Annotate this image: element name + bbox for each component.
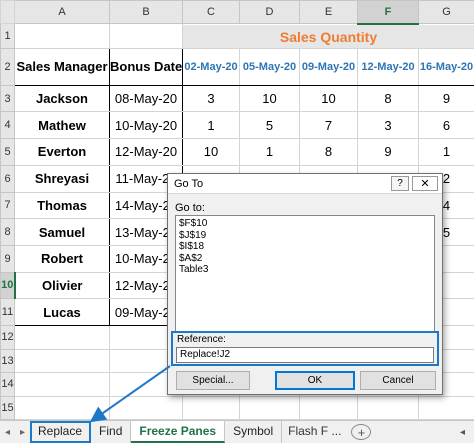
scroll-left-icon[interactable]: ◂	[460, 421, 474, 443]
sales-manager-cell[interactable]: Thomas	[14, 191, 110, 220]
ok-button[interactable]: OK	[275, 371, 355, 390]
header-date[interactable]: 12-May-20	[357, 48, 419, 86]
quantity-cell[interactable]: 8	[299, 138, 358, 166]
sales-manager-cell[interactable]: Samuel	[14, 218, 110, 246]
bonus-date-cell[interactable]: 10-May-20	[109, 111, 183, 140]
column-header-a[interactable]: A	[14, 0, 110, 25]
dialog-titlebar[interactable]: Go To ? ✕	[168, 174, 442, 194]
column-header-f[interactable]: F	[357, 0, 419, 25]
quantity-cell[interactable]: 7	[299, 111, 358, 140]
close-icon[interactable]: ✕	[412, 176, 438, 191]
cell[interactable]	[299, 395, 358, 420]
quantity-cell[interactable]: 10	[182, 138, 240, 166]
cell[interactable]	[14, 372, 110, 397]
sheet-tab-flash-fill[interactable]: Flash F ...	[282, 421, 347, 443]
column-header-g[interactable]: G	[418, 0, 474, 25]
row-header[interactable]: 13	[0, 348, 15, 374]
row-header[interactable]: 14	[0, 372, 15, 397]
row-header[interactable]: 6	[0, 164, 15, 193]
bonus-date-cell[interactable]: 12-May-20	[109, 138, 183, 166]
go-to-dialog: Go To ? ✕ Go to: $F$10 $J$19 $I$18 $A$2 …	[167, 173, 443, 395]
row-header[interactable]: 11	[0, 298, 15, 327]
go-to-label: Go to:	[175, 202, 205, 214]
tab-navigation: ◂ ▸	[0, 421, 30, 443]
quantity-cell[interactable]: 8	[357, 84, 419, 113]
quantity-cell[interactable]: 1	[182, 111, 240, 140]
sales-manager-cell[interactable]: Jackson	[14, 84, 110, 113]
go-to-item[interactable]: $I$18	[179, 241, 431, 253]
quantity-cell[interactable]: 3	[182, 84, 240, 113]
row-header[interactable]: 5	[0, 138, 15, 166]
quantity-cell[interactable]: 10	[239, 84, 300, 113]
cell[interactable]	[14, 395, 110, 420]
cell[interactable]	[14, 348, 110, 374]
dialog-title: Go To	[174, 177, 204, 190]
cell[interactable]	[239, 395, 300, 420]
quantity-cell[interactable]: 1	[418, 138, 474, 166]
go-to-item[interactable]: $J$19	[179, 230, 431, 242]
cell[interactable]	[182, 395, 240, 420]
sales-manager-cell[interactable]: Everton	[14, 138, 110, 166]
column-header-b[interactable]: B	[109, 0, 183, 25]
sheet-tab-bar: ◂ ▸ Replace Find Freeze Panes Symbol Fla…	[0, 420, 474, 443]
go-to-list[interactable]: $F$10 $J$19 $I$18 $A$2 Table3	[175, 215, 435, 332]
row-header[interactable]: 9	[0, 244, 15, 273]
cell[interactable]	[109, 395, 183, 420]
row-header[interactable]: 4	[0, 111, 15, 140]
sales-manager-cell[interactable]: Mathew	[14, 111, 110, 140]
header-date[interactable]: 16-May-20	[418, 48, 474, 86]
header-date[interactable]: 09-May-20	[299, 48, 358, 86]
special-button[interactable]: Special...	[176, 371, 250, 390]
quantity-cell[interactable]: 5	[239, 111, 300, 140]
cell[interactable]	[357, 395, 419, 420]
quantity-cell[interactable]: 9	[357, 138, 419, 166]
column-header-c[interactable]: C	[182, 0, 240, 25]
reference-input[interactable]: Replace!J2	[176, 347, 434, 363]
cell[interactable]	[109, 23, 183, 50]
header-date[interactable]: 05-May-20	[239, 48, 300, 86]
cell[interactable]	[14, 23, 110, 50]
bonus-date-cell[interactable]: 08-May-20	[109, 84, 183, 113]
column-header-d[interactable]: D	[239, 0, 300, 25]
sales-quantity-title[interactable]: Sales Quantity	[182, 23, 474, 50]
row-header[interactable]: 7	[0, 191, 15, 220]
header-date[interactable]: 02-May-20	[182, 48, 240, 86]
sales-manager-cell[interactable]: Robert	[14, 244, 110, 273]
column-header-e[interactable]: E	[299, 0, 358, 25]
help-icon[interactable]: ?	[391, 176, 409, 191]
quantity-cell[interactable]: 6	[418, 111, 474, 140]
row-header[interactable]: 1	[0, 23, 15, 50]
reference-label: Reference:	[177, 334, 226, 345]
row-header[interactable]: 2	[0, 48, 15, 86]
add-sheet-icon[interactable]: +	[351, 424, 372, 440]
go-to-item[interactable]: Table3	[179, 264, 431, 276]
row-header[interactable]: 15	[0, 395, 15, 420]
header-sales-manager[interactable]: Sales Manager	[14, 48, 110, 86]
row-header[interactable]: 12	[0, 325, 15, 350]
header-bonus-date[interactable]: Bonus Date	[109, 48, 183, 86]
row-header[interactable]: 10	[0, 271, 16, 300]
sheet-tab-symbol[interactable]: Symbol	[225, 421, 283, 443]
go-to-item[interactable]: $F$10	[179, 218, 431, 230]
cancel-button[interactable]: Cancel	[360, 371, 436, 390]
go-to-item[interactable]: $A$2	[179, 253, 431, 265]
quantity-cell[interactable]: 10	[299, 84, 358, 113]
select-all-corner[interactable]	[0, 0, 15, 25]
row-header[interactable]: 3	[0, 84, 15, 113]
row-header[interactable]: 8	[0, 218, 15, 246]
sales-manager-cell[interactable]: Shreyasi	[14, 164, 110, 193]
sheet-tab-find[interactable]: Find	[91, 421, 132, 443]
reference-highlight: Reference: Replace!J2	[171, 331, 439, 366]
sheet-tab-replace[interactable]: Replace	[30, 421, 92, 443]
quantity-cell[interactable]: 1	[239, 138, 300, 166]
cell[interactable]	[418, 395, 474, 420]
cell[interactable]	[14, 325, 110, 350]
quantity-cell[interactable]: 9	[418, 84, 474, 113]
next-sheet-icon[interactable]: ▸	[20, 427, 25, 438]
sheet-tab-freeze-panes[interactable]: Freeze Panes	[131, 421, 226, 443]
quantity-cell[interactable]: 3	[357, 111, 419, 140]
previous-sheet-icon[interactable]: ◂	[5, 427, 10, 438]
sales-manager-cell[interactable]: Lucas	[14, 298, 110, 327]
sales-manager-cell[interactable]: Olivier	[14, 271, 110, 300]
